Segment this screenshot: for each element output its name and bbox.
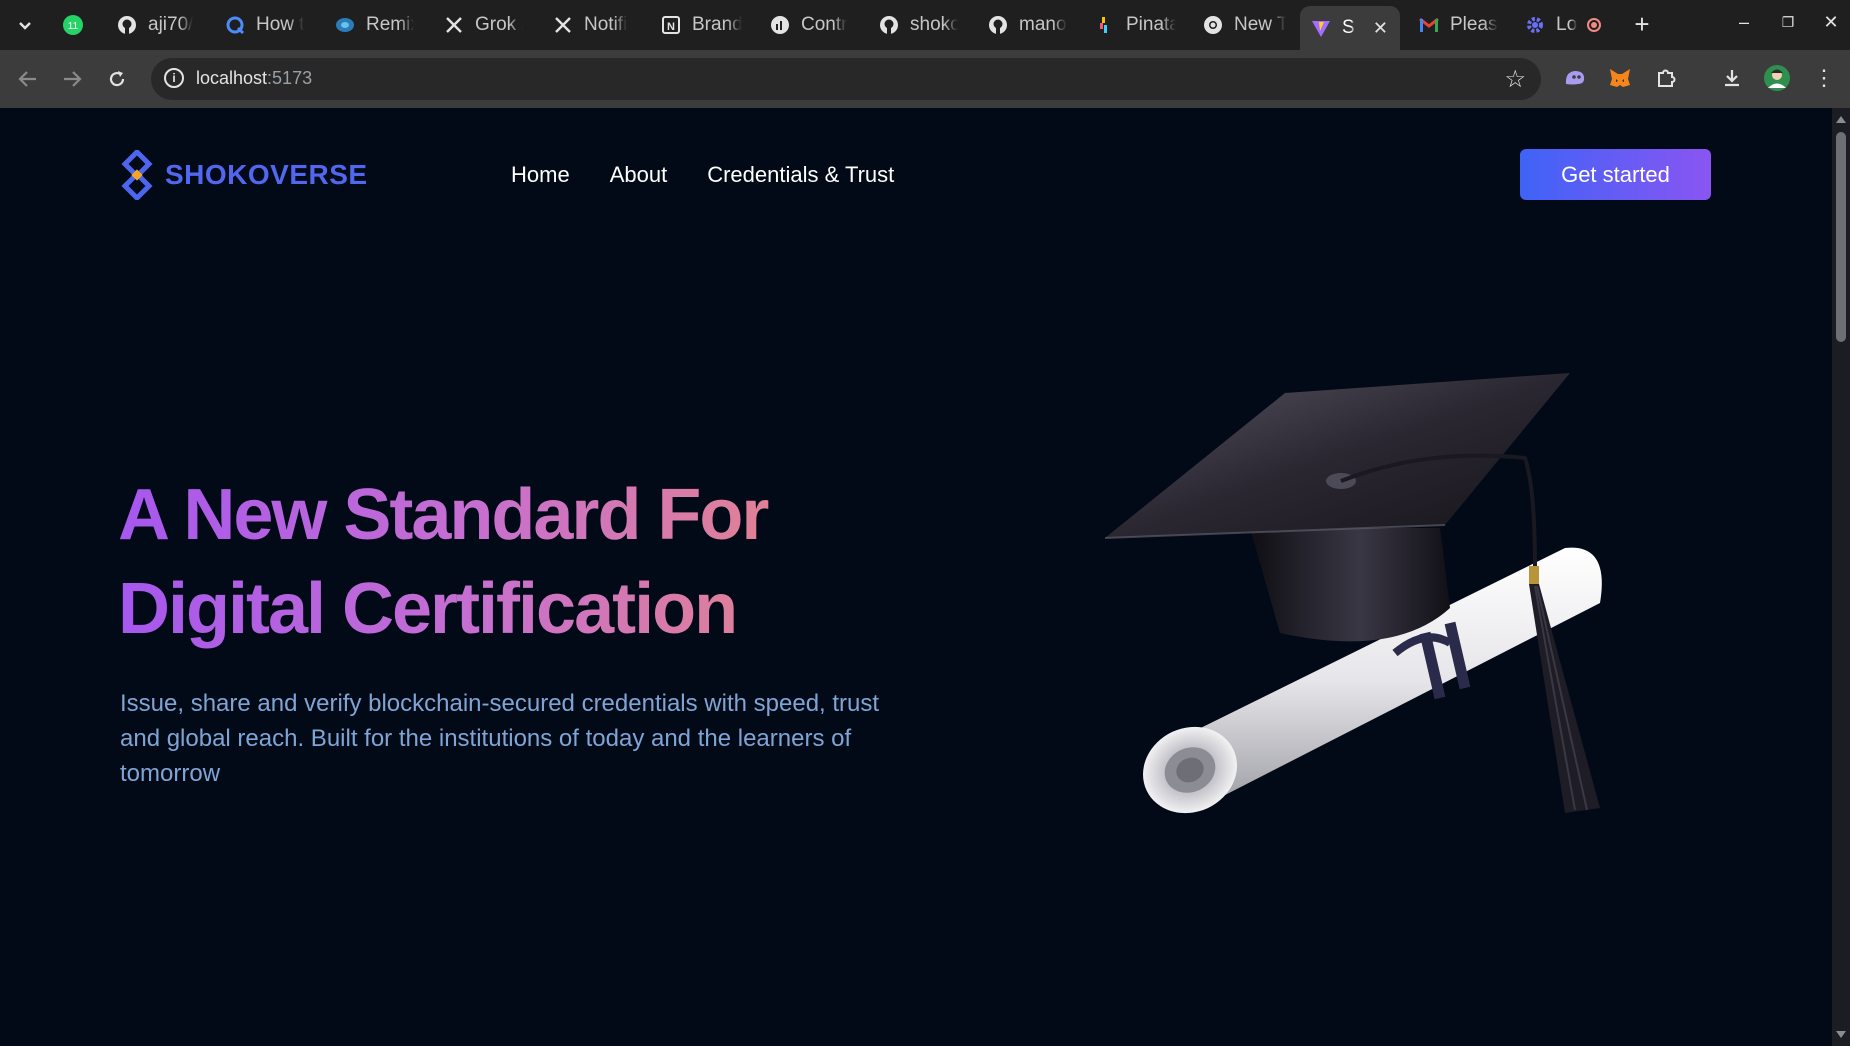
page-viewport: SHOKOVERSE Home About Credentials & Trus… — [0, 108, 1832, 1046]
tab-title: mano — [1019, 14, 1067, 35]
restore-button[interactable]: ❐ — [1775, 14, 1801, 31]
tab-title: How t — [256, 14, 304, 35]
browser-tab[interactable]: aji70/ — [116, 8, 196, 42]
tab-title: Notifi — [584, 14, 628, 35]
chart-icon — [769, 14, 791, 36]
browser-menu-icon[interactable]: ⋮ — [1809, 63, 1839, 93]
tab-search-button[interactable] — [12, 13, 38, 39]
tab-title: Grok / — [475, 14, 523, 35]
tab-title: Sh — [1342, 17, 1355, 38]
remix-icon — [334, 14, 356, 36]
svg-text:N: N — [667, 21, 675, 33]
gmail-icon — [1418, 14, 1440, 36]
browser-tab[interactable]: Grok / — [443, 8, 523, 42]
scrollbar-thumb[interactable] — [1836, 132, 1846, 342]
pinata-icon — [1094, 14, 1116, 36]
github-icon — [878, 14, 900, 36]
hero-title: A New Standard For Digital Certification — [118, 468, 918, 656]
back-arrow-icon — [18, 71, 36, 87]
gear-icon — [1524, 14, 1546, 36]
github-icon — [987, 14, 1009, 36]
reload-icon — [109, 71, 125, 87]
vite-icon — [1310, 17, 1332, 39]
tab-title: shoko — [910, 14, 958, 35]
browser-tab[interactable]: 11 — [62, 8, 90, 42]
close-tab-icon[interactable]: ✕ — [1373, 18, 1388, 39]
browser-tab[interactable]: Remix — [334, 8, 414, 42]
browser-tab[interactable]: Pinata — [1094, 8, 1176, 42]
x-icon — [443, 14, 465, 36]
notion-icon: N — [660, 14, 682, 36]
main-nav: Home About Credentials & Trust — [511, 162, 894, 188]
site-info-icon[interactable]: i — [164, 68, 184, 88]
browser-tab[interactable]: How t — [224, 8, 304, 42]
browser-tab[interactable]: New T — [1202, 8, 1286, 42]
browser-tab[interactable]: Contr — [769, 8, 849, 42]
browser-tab[interactable]: Lo — [1524, 8, 1606, 42]
shokoverse-logo-icon — [121, 150, 153, 200]
browser-tab[interactable]: Notifi — [552, 8, 632, 42]
brand-name: SHOKOVERSE — [165, 159, 368, 190]
scroll-up-arrow-icon[interactable] — [1836, 116, 1846, 123]
page-scrollbar[interactable] — [1832, 108, 1850, 1046]
tab-strip: 11 aji70/ How t Remix Grok / Notifi N Br… — [0, 0, 1850, 50]
browser-tab-active[interactable]: Sh ✕ — [1300, 6, 1400, 50]
browser-tab[interactable]: shoko — [878, 8, 958, 42]
browser-tab[interactable]: Pleas — [1418, 8, 1498, 42]
extension-ghost-icon[interactable] — [1560, 63, 1590, 93]
extensions-puzzle-icon[interactable] — [1651, 63, 1681, 93]
tab-title: aji70/ — [148, 14, 194, 35]
github-icon — [116, 14, 138, 36]
close-window-button[interactable]: ✕ — [1818, 12, 1844, 33]
browser-toolbar: i localhost:5173 ☆ ⋮ — [0, 50, 1850, 108]
downloads-icon[interactable] — [1717, 63, 1747, 93]
x-icon — [552, 14, 574, 36]
scroll-down-arrow-icon[interactable] — [1836, 1031, 1846, 1038]
reload-button[interactable] — [103, 65, 131, 93]
tab-title: Pinata — [1126, 14, 1176, 35]
back-button[interactable] — [14, 65, 42, 93]
url-text[interactable]: localhost:5173 — [196, 68, 312, 89]
address-bar[interactable]: i localhost:5173 ☆ — [151, 58, 1541, 100]
hero-title-line-2: Digital Certification — [118, 569, 737, 649]
tab-title: Pleas — [1450, 14, 1498, 35]
forward-arrow-icon — [64, 71, 82, 87]
forward-button[interactable] — [58, 65, 86, 93]
nav-link-about[interactable]: About — [610, 162, 668, 188]
tab-title: Contr — [801, 14, 848, 35]
tab-title: Remix — [366, 14, 414, 35]
tab-title: New T — [1234, 14, 1286, 35]
browser-tab[interactable]: mano — [987, 8, 1067, 42]
minimize-button[interactable]: – — [1731, 12, 1757, 33]
graduation-cap-diploma-image — [1104, 373, 1602, 814]
nav-link-credentials-trust[interactable]: Credentials & Trust — [707, 162, 894, 188]
hero-title-line-1: A New Standard For — [118, 475, 768, 555]
chevron-down-icon — [19, 22, 31, 30]
new-tab-button[interactable]: + — [1629, 11, 1655, 38]
bookmark-star-icon[interactable]: ☆ — [1504, 65, 1526, 94]
whatsapp-icon: 11 — [62, 14, 84, 36]
hero-subtitle: Issue, share and verify blockchain-secur… — [120, 690, 880, 787]
tab-title: Brand — [692, 14, 742, 35]
browser-tab[interactable]: N Brand — [660, 8, 742, 42]
metamask-fox-icon[interactable] — [1605, 63, 1635, 93]
q-icon — [224, 14, 246, 36]
recording-icon — [1587, 18, 1602, 32]
profile-avatar-icon[interactable] — [1762, 63, 1792, 93]
tab-title: Lo — [1556, 14, 1578, 35]
site-logo[interactable]: SHOKOVERSE — [119, 150, 368, 200]
nav-link-home[interactable]: Home — [511, 162, 570, 188]
svg-text:11: 11 — [68, 21, 79, 32]
chrome-icon — [1202, 14, 1224, 36]
get-started-button[interactable]: Get started — [1520, 149, 1711, 200]
